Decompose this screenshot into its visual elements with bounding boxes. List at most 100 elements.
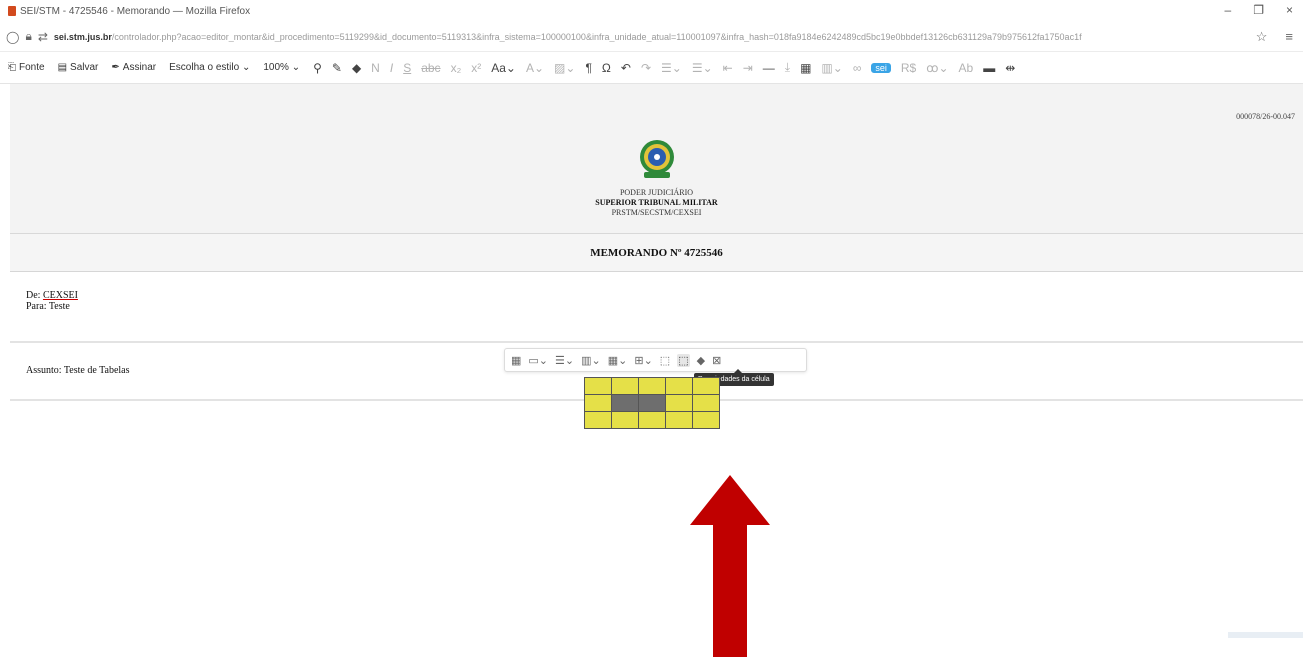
delete-table-icon[interactable]: ⊠ <box>712 354 721 367</box>
table-contextual-toolbar: ▦ ▭⌄ ☰⌄ ▥⌄ ▦⌄ ⊞⌄ ⬚ ⬚ ◆ ⊠ <box>504 348 807 372</box>
table-cell[interactable] <box>611 411 639 429</box>
horizontal-line-icon[interactable]: — <box>763 61 775 75</box>
spellcheck-icon[interactable]: ꝏ⌄ <box>926 61 948 75</box>
superscript-icon[interactable]: x² <box>471 61 481 75</box>
editor-toolbar: ⎗ Fonte ▤ Salvar ✒ Assinar Escolha o estilo… <box>0 52 1303 84</box>
abbreviation-icon[interactable]: Ab <box>959 61 974 75</box>
table-cell[interactable] <box>665 394 693 412</box>
table-cell[interactable] <box>692 394 720 412</box>
scroll-indicator <box>1228 632 1303 638</box>
italic-icon[interactable]: I <box>390 61 393 75</box>
bold-icon[interactable]: N <box>371 61 380 75</box>
font-color-icon[interactable]: A⌄ <box>526 61 544 75</box>
header-line-1: PODER JUDICIÁRIO <box>619 188 694 197</box>
source-icon: ⎗ <box>8 62 16 73</box>
de-value: CEXSEI <box>42 290 78 301</box>
salvar-button[interactable]: ▤ Salvar <box>58 62 99 73</box>
brush-icon[interactable]: ✎ <box>332 61 342 75</box>
shield-icon[interactable]: ◯ <box>6 30 19 44</box>
annotation-arrow-icon <box>690 475 770 657</box>
address-bar[interactable]: ◯ 🔒︎ ⇄ sei.stm.jus.br /controlador.php?a… <box>0 22 1303 52</box>
table-cell[interactable] <box>638 411 666 429</box>
fonte-button[interactable]: ⎗ Fonte <box>8 62 45 73</box>
table-column-icon[interactable]: ▭⌄ <box>528 354 548 367</box>
selected-table-cell[interactable] <box>611 394 639 412</box>
table-row <box>584 394 720 412</box>
lock-icon[interactable]: 🔒︎ <box>25 29 31 44</box>
table-row <box>584 377 720 395</box>
page-break-icon[interactable]: ⤓ <box>785 60 790 75</box>
table-row-icon[interactable]: ☰⌄ <box>555 354 574 367</box>
url-path[interactable]: /controlador.php?acao=editor_montar&id_p… <box>112 32 1182 42</box>
assinar-button[interactable]: ✒ Assinar <box>111 62 156 73</box>
remove-format-icon[interactable]: ◆ <box>697 354 705 367</box>
merge-cells-icon[interactable]: ▥⌄ <box>581 354 601 367</box>
indent-icon[interactable]: ⇥ <box>743 61 753 75</box>
header-line-2: SUPERIOR TRIBUNAL MILITAR <box>595 198 718 207</box>
subscript-icon[interactable]: x₂ <box>451 61 462 75</box>
insert-table-icon[interactable]: ▥⌄ <box>821 61 842 75</box>
process-number: 000078/26-00.047 <box>1236 112 1295 121</box>
permissions-icon[interactable]: ⇄ <box>38 30 48 44</box>
url-domain[interactable]: sei.stm.jus.br <box>54 32 112 42</box>
strikethrough-icon[interactable]: abc <box>421 61 440 75</box>
table-cell[interactable] <box>584 411 612 429</box>
document-header: 000078/26-00.047 PODER JUDICIÁRIO SUPERI… <box>10 84 1303 234</box>
split-cells-icon[interactable]: ▦⌄ <box>608 354 628 367</box>
coat-of-arms-icon <box>640 140 674 178</box>
star-icon[interactable]: ☆ <box>1256 29 1268 45</box>
minimize-button[interactable]: – <box>1225 3 1232 17</box>
underline-icon[interactable]: S <box>403 61 411 75</box>
table-properties-icon[interactable]: ▦ <box>511 354 521 367</box>
currency-icon[interactable]: R$ <box>901 61 916 75</box>
link-icon[interactable]: ∞ <box>853 61 862 75</box>
de-line: De: CEXSEI <box>26 290 78 301</box>
table-cell[interactable] <box>665 377 693 395</box>
redo-icon[interactable]: ↷ <box>641 61 651 75</box>
paragraph-icon[interactable]: ¶ <box>585 61 591 75</box>
find-replace-icon[interactable]: ⚲ <box>313 61 322 75</box>
annotation-arrow-shape <box>690 475 770 657</box>
para-line: Para: Teste <box>26 301 70 312</box>
table-cell[interactable] <box>584 394 612 412</box>
table-cell[interactable] <box>692 377 720 395</box>
sei-icon[interactable]: sei <box>871 62 891 73</box>
firefox-icon <box>8 6 16 16</box>
zoom-select[interactable]: 100% ⌄ <box>263 62 300 73</box>
nonbreaking-icon[interactable]: ⇹ <box>1005 61 1015 75</box>
table-cell[interactable] <box>665 411 693 429</box>
table-cell[interactable] <box>692 411 720 429</box>
maximize-button[interactable]: ❐ <box>1253 3 1264 17</box>
insert-column-icon[interactable]: ⊞⌄ <box>634 354 652 367</box>
menu-icon[interactable]: ≡ <box>1285 29 1293 45</box>
de-prefix: De: <box>26 290 43 301</box>
table-icon[interactable]: ▦ <box>800 61 811 75</box>
outdent-icon[interactable]: ⇤ <box>723 61 733 75</box>
selected-table-cell[interactable] <box>638 394 666 412</box>
numbered-list-icon[interactable]: ☰⌄ <box>661 61 682 75</box>
omega-icon[interactable]: Ω <box>602 61 611 75</box>
background-color-icon[interactable]: ▨⌄ <box>554 61 575 75</box>
style-select[interactable]: Escolha o estilo ⌄ <box>169 62 250 73</box>
assunto-line[interactable]: Assunto: Teste de Tabelas <box>26 365 130 376</box>
table-row <box>584 411 720 429</box>
close-window-button[interactable]: × <box>1286 3 1293 17</box>
header-text: PODER JUDICIÁRIO SUPERIOR TRIBUNAL MILIT… <box>10 188 1303 218</box>
header-line-3: PRSTM/SECSTM/CEXSEI <box>611 208 702 217</box>
data-table[interactable] <box>584 377 720 429</box>
undo-icon[interactable]: ↶ <box>621 61 631 75</box>
table-cell-properties-icon[interactable]: ⬚ <box>677 353 690 367</box>
font-size-icon[interactable]: Aa⌄ <box>491 61 516 75</box>
eraser-icon[interactable]: ◆ <box>352 61 361 75</box>
table-cell[interactable] <box>611 377 639 395</box>
comment-icon[interactable]: ▬ <box>983 61 995 75</box>
table-cell[interactable] <box>638 377 666 395</box>
from-block[interactable]: De: CEXSEI Para: Teste <box>26 290 78 312</box>
table-cell[interactable] <box>584 377 612 395</box>
pen-icon: ✒ <box>111 62 120 73</box>
bulleted-list-icon[interactable]: ☰⌄ <box>692 61 713 75</box>
window-titlebar: SEI/STM - 4725546 - Memorando — Mozilla … <box>0 0 1303 22</box>
save-icon: ▤ <box>57 62 68 73</box>
cell-properties-icon[interactable]: ⬚ <box>660 354 670 367</box>
window-title: SEI/STM - 4725546 - Memorando — Mozilla … <box>20 5 251 17</box>
